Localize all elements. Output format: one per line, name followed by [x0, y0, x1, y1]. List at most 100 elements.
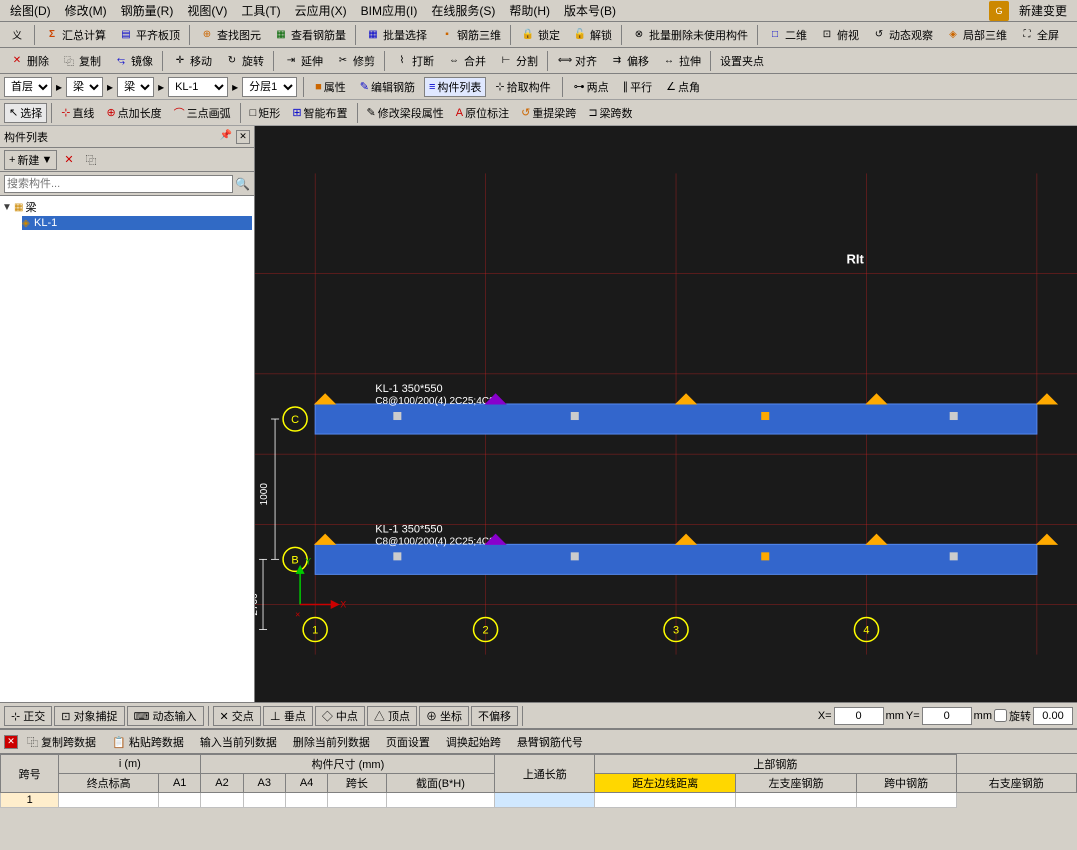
dropdown-icon[interactable]: ▼: [41, 154, 52, 166]
x-input[interactable]: [834, 707, 884, 725]
rotate-checkbox[interactable]: [994, 709, 1007, 722]
toolbar-fullscreen[interactable]: ⛶ 全屏: [1014, 25, 1064, 45]
page-setup-btn[interactable]: 页面设置: [379, 732, 437, 752]
toolbar-lock[interactable]: 🔒 锁定: [515, 25, 565, 45]
draw-three-point-arc[interactable]: ⌒ 三点画弧: [169, 103, 236, 123]
perp-btn[interactable]: ⊥ 垂点: [263, 706, 313, 726]
prop-angle-btn[interactable]: ∠ 点角: [661, 77, 705, 97]
td-section-val[interactable]: [386, 793, 495, 808]
cantilever-code-btn[interactable]: 悬臂钢筋代号: [510, 732, 590, 752]
search-input[interactable]: [4, 175, 233, 193]
rotate-input[interactable]: [1033, 707, 1073, 725]
prop-attr-btn[interactable]: ■ 属性: [310, 77, 351, 97]
toolbar-2d[interactable]: □ 二维: [762, 25, 812, 45]
toolbar-batch-select[interactable]: ▦ 批量选择: [360, 25, 432, 45]
toolbar-split[interactable]: ⊢ 分割: [493, 51, 543, 71]
td-endpoint-elev-val[interactable]: [59, 793, 159, 808]
draw-select[interactable]: ↖ 选择: [4, 103, 47, 123]
draw-smart-place[interactable]: ⊞ 智能布置: [287, 103, 352, 123]
panel-new-btn[interactable]: + 新建 ▼: [4, 150, 57, 170]
toolbar-level-slab[interactable]: ▤ 平齐板顶: [113, 25, 185, 45]
toolbar-move[interactable]: ✛ 移动: [167, 51, 217, 71]
type-select[interactable]: 梁: [117, 77, 154, 97]
toolbar-local-3d[interactable]: ◈ 局部三维: [940, 25, 1012, 45]
toolbar-extend[interactable]: ⇥ 延伸: [278, 51, 328, 71]
endpoint-btn[interactable]: △ 顶点: [367, 706, 417, 726]
panel-copy-btn[interactable]: ⿻: [81, 150, 102, 170]
draw-span-count[interactable]: ⊐ 梁跨数: [583, 103, 637, 123]
swap-start-span-btn[interactable]: 调换起始跨: [439, 732, 508, 752]
prop-edit-rebar-btn[interactable]: ✎ 编辑钢筋: [355, 77, 420, 97]
toolbar-delete[interactable]: ✕ 删除: [4, 51, 54, 71]
copy-span-btn[interactable]: ⿻ 复制跨数据: [20, 732, 103, 752]
menu-draw[interactable]: 绘图(D): [4, 0, 57, 21]
draw-annotate[interactable]: A 原位标注: [451, 103, 514, 123]
prop-component-list-btn[interactable]: ≡ 构件列表: [424, 77, 486, 97]
draw-point-length[interactable]: ⊕ 点加长度: [101, 103, 166, 123]
prop-two-point-btn[interactable]: ⊶ 两点: [569, 77, 614, 97]
menu-new-change[interactable]: 新建变更: [1013, 0, 1073, 21]
menu-view[interactable]: 视图(V): [181, 0, 233, 21]
y-input[interactable]: [922, 707, 972, 725]
draw-rect[interactable]: □ 矩形: [245, 103, 286, 123]
no-offset-btn[interactable]: 不偏移: [471, 706, 518, 726]
prop-parallel-btn[interactable]: ∥ 平行: [618, 77, 658, 97]
toolbar-rotate[interactable]: ↻ 旋转: [219, 51, 269, 71]
toolbar-rebar-3d[interactable]: ▪ 钢筋三维: [434, 25, 506, 45]
delete-col-btn[interactable]: 删除当前列数据: [286, 732, 377, 752]
toolbar-mirror[interactable]: ⥃ 镜像: [108, 51, 158, 71]
dynin-btn[interactable]: ⌨ 动态输入: [127, 706, 204, 726]
draw-re-extract[interactable]: ↺ 重提梁跨: [516, 103, 581, 123]
paste-span-btn[interactable]: 📋 粘贴跨数据: [105, 732, 191, 752]
td-dist-left-val[interactable]: [495, 793, 595, 808]
td-a1-val[interactable]: [159, 793, 201, 808]
name-select[interactable]: KL-1: [168, 77, 228, 97]
floor-select[interactable]: 首层: [4, 77, 52, 97]
layer-select[interactable]: 分层1: [242, 77, 297, 97]
td-span-num[interactable]: 1: [1, 793, 59, 808]
panel-close-btn[interactable]: ✕: [236, 130, 250, 144]
toolbar-offset[interactable]: ⇉ 偏移: [604, 51, 654, 71]
input-col-btn[interactable]: 输入当前列数据: [193, 732, 284, 752]
intersection-btn[interactable]: ✕ 交点: [213, 706, 261, 726]
toolbar-yì[interactable]: 义: [4, 25, 30, 45]
data-panel-close-btn[interactable]: ✕: [4, 735, 18, 749]
td-a2-val[interactable]: [201, 793, 243, 808]
category-select[interactable]: 梁: [66, 77, 103, 97]
toolbar-batch-delete[interactable]: ⊗ 批量删除未使用构件: [626, 25, 753, 45]
toolbar-unlock[interactable]: 🔓 解锁: [567, 25, 617, 45]
tree-item-kl1[interactable]: ◈ KL-1: [22, 216, 252, 230]
toolbar-align[interactable]: ⟺ 对齐: [552, 51, 602, 71]
td-span-len-val[interactable]: [328, 793, 386, 808]
tree-root-beam[interactable]: ▼ ▦ 梁: [2, 198, 252, 216]
toolbar-copy[interactable]: ⿻ 复制: [56, 51, 106, 71]
prop-pick-btn[interactable]: ⊹ 拾取构件: [490, 77, 555, 97]
canvas-area[interactable]: KL-1 350*550 C8@100/200(4) 2C25;4C25 KL-…: [255, 126, 1077, 702]
ortho-btn[interactable]: ⊹ 正交: [4, 706, 52, 726]
td-left-support-val[interactable]: [736, 793, 856, 808]
td-a3-val[interactable]: [243, 793, 285, 808]
data-table-wrapper[interactable]: 跨号 i (m) 构件尺寸 (mm) 上通长筋 上部钢筋 终点标高 A1 A2 …: [0, 754, 1077, 850]
toolbar-set-grip[interactable]: 设置夹点: [715, 51, 769, 71]
menu-modify[interactable]: 修改(M): [59, 0, 113, 21]
toolbar-summary[interactable]: Σ 汇总计算: [39, 25, 111, 45]
toolbar-trim[interactable]: ✂ 修剪: [330, 51, 380, 71]
toolbar-merge[interactable]: ⇔ 合并: [441, 51, 491, 71]
snap-btn[interactable]: ⊡ 对象捕捉: [54, 706, 124, 726]
menu-tools[interactable]: 工具(T): [235, 0, 286, 21]
menu-bim[interactable]: BIM应用(I): [355, 0, 424, 21]
menu-online[interactable]: 在线服务(S): [425, 0, 501, 21]
toolbar-dynamic-view[interactable]: ↺ 动态观察: [866, 25, 938, 45]
draw-line[interactable]: ⊹ 直线: [56, 103, 99, 123]
td-mid-span-val[interactable]: [856, 793, 956, 808]
toolbar-find[interactable]: ⊕ 查找图元: [194, 25, 266, 45]
coord-btn[interactable]: ⊕ 坐标: [419, 706, 469, 726]
toolbar-break[interactable]: ⌇ 打断: [389, 51, 439, 71]
menu-cloud[interactable]: 云应用(X): [289, 0, 353, 21]
search-icon[interactable]: 🔍: [235, 177, 250, 191]
td-a4-val[interactable]: [285, 793, 327, 808]
toolbar-stretch[interactable]: ↔ 拉伸: [656, 51, 706, 71]
midpoint-btn[interactable]: ◇ 中点: [315, 706, 365, 726]
menu-help[interactable]: 帮助(H): [503, 0, 556, 21]
draw-modify-span-attr[interactable]: ✎ 修改梁段属性: [362, 103, 449, 123]
